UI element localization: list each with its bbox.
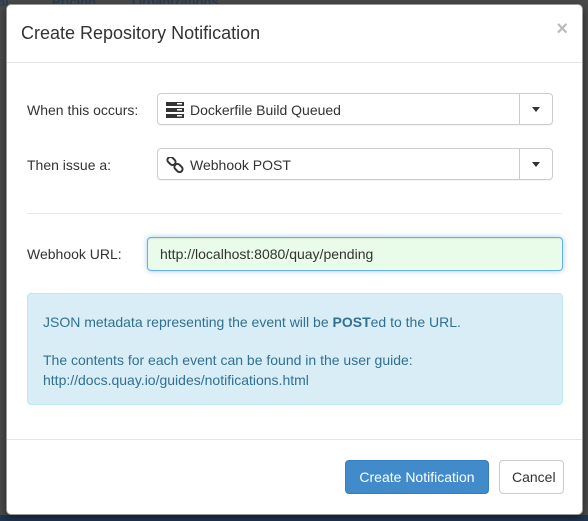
link-icon: [166, 157, 184, 173]
caret-down-icon: [532, 162, 540, 167]
close-icon[interactable]: ×: [556, 19, 568, 39]
event-label: When this occurs:: [27, 102, 139, 118]
webhook-label: Webhook URL:: [27, 246, 122, 262]
info-text: JSON metadata representing the event wil…: [43, 314, 333, 330]
modal-header: Create Repository Notification ×: [7, 5, 582, 63]
method-label: Then issue a:: [27, 157, 112, 173]
event-select[interactable]: Dockerfile Build Queued: [157, 93, 553, 125]
method-row: Then issue a: Webhook POST: [27, 148, 562, 182]
webhook-row: Webhook URL:: [27, 237, 563, 271]
event-row: When this occurs: Dockerfile Build Queue…: [27, 93, 562, 127]
method-select[interactable]: Webhook POST: [157, 148, 553, 180]
info-line-2: The contents for each event can be found…: [43, 352, 413, 368]
modal-footer: Create Notification Cancel: [7, 439, 582, 514]
info-text: ed to the URL.: [370, 314, 461, 330]
method-dropdown-toggle[interactable]: [519, 149, 552, 179]
event-selected-value: Dockerfile Build Queued: [190, 102, 341, 118]
form-divider: [27, 213, 562, 214]
info-alert: JSON metadata representing the event wil…: [27, 293, 563, 405]
event-dropdown-toggle[interactable]: [519, 94, 552, 124]
info-bold-text: POST: [332, 314, 371, 330]
info-line-1: JSON metadata representing the event wil…: [43, 312, 547, 332]
modal-title: Create Repository Notification: [21, 23, 261, 43]
cancel-button[interactable]: Cancel: [499, 460, 564, 494]
docs-link-text: http://docs.quay.io/guides/notifications…: [43, 372, 309, 388]
method-selected-value: Webhook POST: [190, 157, 291, 173]
caret-down-icon: [532, 107, 540, 112]
backdrop-bottom-bar: [0, 515, 588, 521]
notification-modal: Create Repository Notification × When th…: [6, 4, 583, 515]
webhook-url-input[interactable]: [147, 237, 563, 271]
create-notification-button[interactable]: Create Notification: [345, 460, 489, 494]
server-icon: [166, 102, 184, 118]
